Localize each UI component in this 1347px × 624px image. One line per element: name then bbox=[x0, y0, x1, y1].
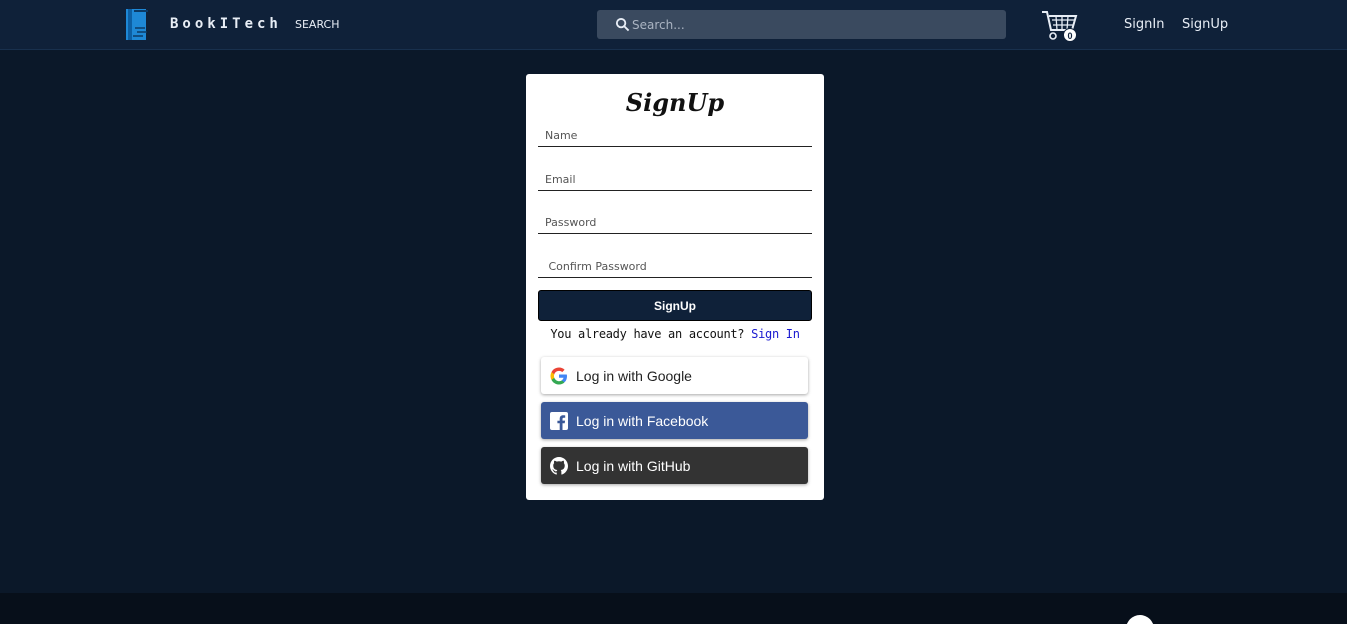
google-login-button[interactable]: Log in with Google bbox=[541, 357, 808, 394]
name-field[interactable] bbox=[538, 125, 812, 147]
brand-name[interactable]: BookITech bbox=[170, 16, 282, 32]
top-navbar: BookITech SEARCH 0 SignIn SignUp bbox=[0, 0, 1347, 50]
form-title: SignUp bbox=[625, 88, 725, 117]
signup-link[interactable]: SignUp bbox=[1182, 17, 1228, 32]
signin-text-link[interactable]: Sign In bbox=[751, 327, 800, 341]
github-login-button[interactable]: Log in with GitHub bbox=[541, 447, 808, 484]
footer-round-icon[interactable] bbox=[1126, 615, 1154, 624]
cart-count-badge: 0 bbox=[1063, 28, 1077, 42]
search-icon bbox=[615, 17, 630, 32]
password-input[interactable] bbox=[538, 212, 812, 233]
search-bar[interactable] bbox=[597, 10, 1006, 39]
email-field[interactable] bbox=[538, 169, 812, 191]
github-login-label: Log in with GitHub bbox=[576, 457, 691, 474]
password-field[interactable] bbox=[538, 212, 812, 234]
search-input[interactable] bbox=[632, 17, 992, 32]
book-logo-icon[interactable] bbox=[125, 8, 151, 41]
signin-link[interactable]: SignIn bbox=[1124, 17, 1164, 32]
nav-search-link[interactable]: SEARCH bbox=[295, 18, 340, 31]
facebook-icon bbox=[550, 411, 568, 430]
footer bbox=[0, 593, 1347, 624]
signin-prompt: You already have an account? Sign In bbox=[526, 327, 824, 341]
github-icon bbox=[550, 456, 568, 475]
signup-card: SignUp SignUp You already have an accoun… bbox=[526, 74, 824, 500]
email-input[interactable] bbox=[538, 169, 812, 190]
signup-submit-button[interactable]: SignUp bbox=[538, 290, 812, 321]
google-login-label: Log in with Google bbox=[576, 367, 692, 384]
confirm-password-input[interactable] bbox=[538, 256, 812, 277]
name-input[interactable] bbox=[538, 125, 812, 146]
facebook-login-button[interactable]: Log in with Facebook bbox=[541, 402, 808, 439]
google-icon bbox=[550, 367, 568, 385]
confirm-password-field[interactable] bbox=[538, 256, 812, 278]
account-text: You already have an account? bbox=[550, 327, 745, 341]
facebook-login-label: Log in with Facebook bbox=[576, 412, 709, 429]
